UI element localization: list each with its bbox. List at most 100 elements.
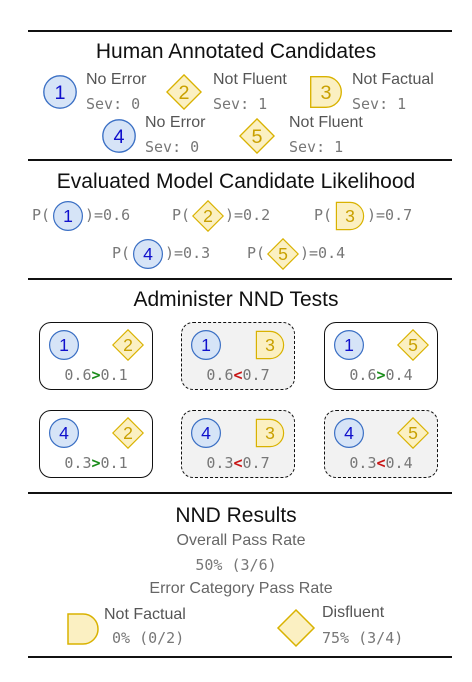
not-factual-icon	[67, 613, 99, 645]
pass-operator: >	[91, 366, 101, 384]
pass-operator: >	[91, 454, 101, 472]
test-4-5-left-number: 4	[344, 423, 354, 443]
likelihood-4-icon: 4	[133, 239, 163, 269]
test-comparison: 0.3>0.1	[40, 454, 152, 472]
test-4-5-left-icon: 4	[334, 418, 364, 448]
nnd-test-4-vs-5: 4 5 0.3<0.4	[324, 410, 438, 478]
test-right-value: 0.1	[100, 366, 128, 384]
test-left-value: 0.3	[206, 454, 234, 472]
candidate-2-severity: Sev: 1	[213, 95, 268, 113]
test-comparison: 0.6<0.7	[182, 366, 294, 384]
test-4-3-right-number: 3	[265, 423, 275, 443]
test-1-5-left-icon: 1	[334, 330, 364, 360]
likelihood-4-prefix: P(	[112, 244, 131, 262]
divider-bottom	[28, 656, 452, 658]
test-1-3-left-number: 1	[201, 335, 211, 355]
candidate-2-label: Not Fluent	[213, 71, 287, 88]
candidate-4-label: No Error	[145, 114, 206, 131]
candidate-3-number: 3	[320, 82, 331, 104]
candidate-4-icon: 4	[102, 119, 136, 153]
test-left-value: 0.6	[349, 366, 377, 384]
pass-operator: >	[376, 366, 386, 384]
test-right-value: 0.4	[385, 366, 413, 384]
candidate-3-severity: Sev: 1	[352, 95, 407, 113]
likelihood-2-number: 2	[203, 206, 213, 226]
nnd-test-1-vs-5: 1 5 0.6>0.4	[324, 322, 438, 390]
divider-top	[28, 30, 452, 32]
likelihood-2-prefix: P(	[172, 206, 191, 224]
disfluent-icon	[276, 608, 316, 648]
divider-1	[28, 159, 452, 161]
test-1-2-right-number: 2	[123, 335, 133, 355]
test-4-2-right-icon: 2	[112, 417, 144, 449]
likelihood-1-number: 1	[63, 206, 73, 226]
test-1-5-right-icon: 5	[397, 329, 429, 361]
likelihood-4-value: )=0.3	[165, 244, 211, 262]
not-factual-value: 0% (0/2)	[112, 629, 185, 647]
test-4-5-right-number: 5	[408, 423, 418, 443]
divider-3	[28, 492, 452, 494]
likelihood-1-icon: 1	[53, 201, 83, 231]
annotated-title: Human Annotated Candidates	[95, 40, 377, 63]
likelihood-5-number: 5	[278, 244, 288, 264]
likelihood-title: Evaluated Model Candidate Likelihood	[56, 170, 416, 193]
likelihood-4-number: 4	[143, 244, 153, 264]
likelihood-1-prefix: P(	[32, 206, 51, 224]
overall-pass-value: 50% (3/6)	[195, 556, 277, 574]
test-1-3-left-icon: 1	[191, 330, 221, 360]
candidate-5-number: 5	[251, 126, 262, 148]
likelihood-3-prefix: P(	[314, 206, 333, 224]
test-1-2-left-icon: 1	[49, 330, 79, 360]
test-comparison: 0.3<0.7	[182, 454, 294, 472]
test-comparison: 0.6>0.4	[325, 366, 437, 384]
candidate-1-severity: Sev: 0	[86, 95, 141, 113]
test-1-5-right-number: 5	[408, 335, 418, 355]
test-comparison: 0.3<0.4	[325, 454, 437, 472]
candidate-3-label: Not Factual	[352, 71, 434, 88]
tests-title: Administer NND Tests	[133, 288, 339, 311]
nnd-test-4-vs-3: 4 3 0.3<0.7	[181, 410, 295, 478]
fail-operator: <	[376, 454, 386, 472]
likelihood-3-value: )=0.7	[367, 206, 413, 224]
not-factual-label: Not Factual	[104, 606, 186, 623]
likelihood-5-prefix: P(	[247, 244, 266, 262]
test-4-3-right-icon: 3	[255, 418, 285, 448]
test-4-2-right-number: 2	[123, 423, 133, 443]
category-pass-label: Error Category Pass Rate	[149, 580, 333, 597]
candidate-5-icon: 5	[239, 118, 275, 154]
results-title: NND Results	[175, 504, 297, 527]
likelihood-2-value: )=0.2	[225, 206, 271, 224]
disfluent-value: 75% (3/4)	[322, 629, 404, 647]
test-comparison: 0.6>0.1	[40, 366, 152, 384]
nnd-test-1-vs-2: 1 2 0.6>0.1	[39, 322, 153, 390]
nnd-test-1-vs-3: 1 3 0.6<0.7	[181, 322, 295, 390]
divider-2	[28, 278, 452, 280]
test-4-5-right-icon: 5	[397, 417, 429, 449]
candidate-1-label: No Error	[86, 71, 147, 88]
test-4-3-left-number: 4	[201, 423, 211, 443]
likelihood-5-value: )=0.4	[300, 244, 346, 262]
likelihood-3-icon: 3	[335, 201, 365, 231]
likelihood-3-number: 3	[345, 206, 355, 226]
candidate-2-number: 2	[178, 82, 189, 104]
test-left-value: 0.3	[64, 454, 92, 472]
test-1-2-left-number: 1	[59, 335, 69, 355]
fail-operator: <	[233, 454, 243, 472]
test-right-value: 0.7	[242, 454, 270, 472]
candidate-1-number: 1	[54, 82, 65, 104]
overall-pass-label: Overall Pass Rate	[176, 532, 306, 549]
test-1-2-right-icon: 2	[112, 329, 144, 361]
likelihood-2-icon: 2	[192, 200, 224, 232]
test-right-value: 0.1	[100, 454, 128, 472]
candidate-5-label: Not Fluent	[289, 114, 363, 131]
disfluent-label: Disfluent	[322, 604, 385, 621]
candidate-2-icon: 2	[166, 74, 202, 110]
nnd-test-4-vs-2: 4 2 0.3>0.1	[39, 410, 153, 478]
candidate-1-icon: 1	[43, 75, 77, 109]
test-4-2-left-number: 4	[59, 423, 69, 443]
test-1-5-left-number: 1	[344, 335, 354, 355]
candidate-5-severity: Sev: 1	[289, 138, 344, 156]
likelihood-1-value: )=0.6	[85, 206, 131, 224]
test-left-value: 0.6	[206, 366, 234, 384]
candidate-3-icon: 3	[310, 76, 342, 108]
